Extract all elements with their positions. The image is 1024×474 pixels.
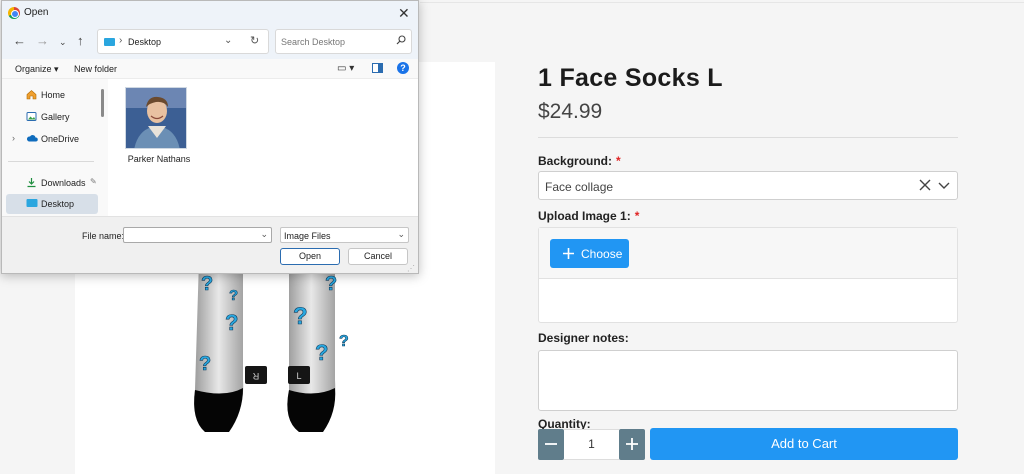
socks-preview-image: R L ? ? ? ? ? ? ? ? ? [194, 260, 349, 432]
svg-text:?: ? [315, 340, 328, 365]
quantity-increase-button[interactable] [619, 429, 645, 460]
sidebar-item-home[interactable]: Home [6, 85, 98, 105]
cloud-icon [26, 135, 38, 142]
add-to-cart-button[interactable]: Add to Cart [650, 428, 958, 460]
chevron-down-icon[interactable]: ⌄ [224, 35, 232, 46]
navigation-divider [8, 161, 94, 162]
svg-text:?: ? [225, 310, 238, 335]
sidebar-item-gallery[interactable]: Gallery [6, 107, 98, 127]
chevron-down-icon[interactable] [936, 177, 952, 193]
open-button[interactable]: Open [280, 248, 340, 265]
sidebar-item-desktop[interactable]: Desktop [6, 194, 98, 214]
svg-text:?: ? [229, 287, 238, 304]
search-icon [396, 35, 406, 45]
product-price: $24.99 [538, 100, 603, 123]
gallery-icon [26, 112, 37, 121]
background-label: Background: * [538, 154, 621, 168]
quantity-decrease-button[interactable] [538, 429, 564, 460]
dialog-navigation-bar: ← → ⌄ ↑ › Desktop ⌄ ↻ Search Desktop [2, 25, 418, 59]
cancel-button[interactable]: Cancel [348, 248, 408, 265]
pin-icon[interactable]: ✎ [90, 177, 97, 186]
open-file-dialog: Open ✕ ← → ⌄ ↑ › Desktop ⌄ ↻ Search Desk… [1, 0, 419, 274]
command-bar: Organize ▾ New folder ▭ ▾ ? [2, 59, 418, 79]
new-folder-button[interactable]: New folder [74, 64, 117, 74]
svg-text:?: ? [325, 273, 337, 295]
top-divider [420, 0, 1024, 3]
file-name-field-label: File name: [82, 231, 125, 241]
search-input[interactable]: Search Desktop [281, 37, 345, 47]
chrome-icon [8, 7, 20, 19]
desktop-folder-icon [104, 38, 115, 46]
preview-pane-icon[interactable] [372, 63, 383, 73]
sidebar-item-label: Home [41, 90, 66, 100]
sidebar-item-onedrive[interactable]: › OneDrive [6, 129, 98, 149]
file-name-label[interactable]: Parker Nathans [113, 154, 205, 164]
recent-locations-icon[interactable]: ⌄ [59, 35, 67, 49]
svg-text:?: ? [293, 303, 308, 330]
choose-button-label: Choose [581, 247, 623, 261]
home-icon [26, 90, 37, 100]
sidebar-item-label: Desktop [41, 199, 75, 209]
refresh-icon[interactable]: ↻ [250, 34, 259, 47]
chevron-down-icon[interactable]: ⌄ [397, 229, 405, 240]
svg-text:?: ? [201, 273, 213, 295]
divider [538, 137, 958, 138]
dialog-footer: File name: ⌄ Image Files ⌄ Open Cancel ⋰ [2, 216, 418, 273]
sock-tag-left: L [296, 371, 301, 381]
close-icon[interactable]: ✕ [398, 5, 410, 22]
quantity-input[interactable]: 1 [564, 429, 619, 460]
view-options-icon[interactable]: ▭ ▾ [337, 63, 354, 74]
svg-text:?: ? [339, 333, 349, 350]
address-bar[interactable]: › Desktop ⌄ ↻ [97, 29, 269, 54]
plus-icon [563, 248, 574, 259]
required-mark: * [616, 154, 621, 168]
file-list: Parker Nathans [108, 79, 418, 216]
sidebar-item-label: Gallery [41, 112, 70, 122]
breadcrumb-separator-icon: › [119, 35, 123, 46]
breadcrumb-desktop[interactable]: Desktop [128, 37, 161, 47]
up-arrow-icon[interactable]: ↑ [77, 34, 84, 48]
background-select-value: Face collage [545, 180, 614, 194]
background-select[interactable]: Face collage [538, 171, 958, 200]
upload-area[interactable]: Choose [538, 227, 958, 323]
designer-notes-label: Designer notes: [538, 331, 629, 345]
dialog-titlebar: Open ✕ [2, 1, 418, 25]
download-icon [27, 178, 36, 188]
resize-grip-icon[interactable]: ⋰ [407, 264, 415, 273]
expand-chevron-icon[interactable]: › [12, 133, 15, 143]
product-title: 1 Face Socks L [538, 64, 723, 92]
navigation-scrollbar[interactable] [101, 89, 104, 117]
help-icon[interactable]: ? [397, 62, 409, 74]
clear-icon[interactable] [917, 177, 933, 193]
forward-arrow-icon[interactable]: → [36, 34, 49, 48]
back-arrow-icon[interactable]: ← [13, 34, 26, 48]
desktop-folder-icon [26, 199, 38, 207]
organize-menu[interactable]: Organize ▾ [15, 64, 59, 75]
navigation-pane: Home Gallery › OneDrive Downloads ✎ Desk… [2, 79, 108, 216]
minus-icon [545, 443, 557, 445]
sock-tag-right: R [252, 371, 259, 381]
choose-button[interactable]: Choose [550, 239, 629, 268]
upload-image-label: Upload Image 1: * [538, 209, 640, 223]
chevron-down-icon[interactable]: ⌄ [260, 229, 268, 240]
dialog-title: Open [24, 7, 49, 18]
sidebar-item-downloads[interactable]: Downloads ✎ [6, 173, 98, 193]
designer-notes-textarea[interactable] [538, 350, 958, 411]
file-name-input[interactable]: ⌄ [123, 227, 272, 243]
sidebar-item-label: OneDrive [41, 134, 80, 144]
required-mark: * [634, 209, 640, 223]
plus-icon [626, 438, 638, 450]
file-type-select[interactable]: Image Files ⌄ [280, 227, 409, 243]
sidebar-item-label: Downloads [41, 178, 86, 188]
search-box[interactable]: Search Desktop [275, 29, 412, 54]
file-type-value: Image Files [284, 231, 331, 241]
person-photo [126, 88, 186, 148]
upload-toolbar: Choose [539, 228, 957, 279]
svg-text:?: ? [199, 353, 211, 375]
file-thumbnail[interactable] [125, 87, 187, 149]
